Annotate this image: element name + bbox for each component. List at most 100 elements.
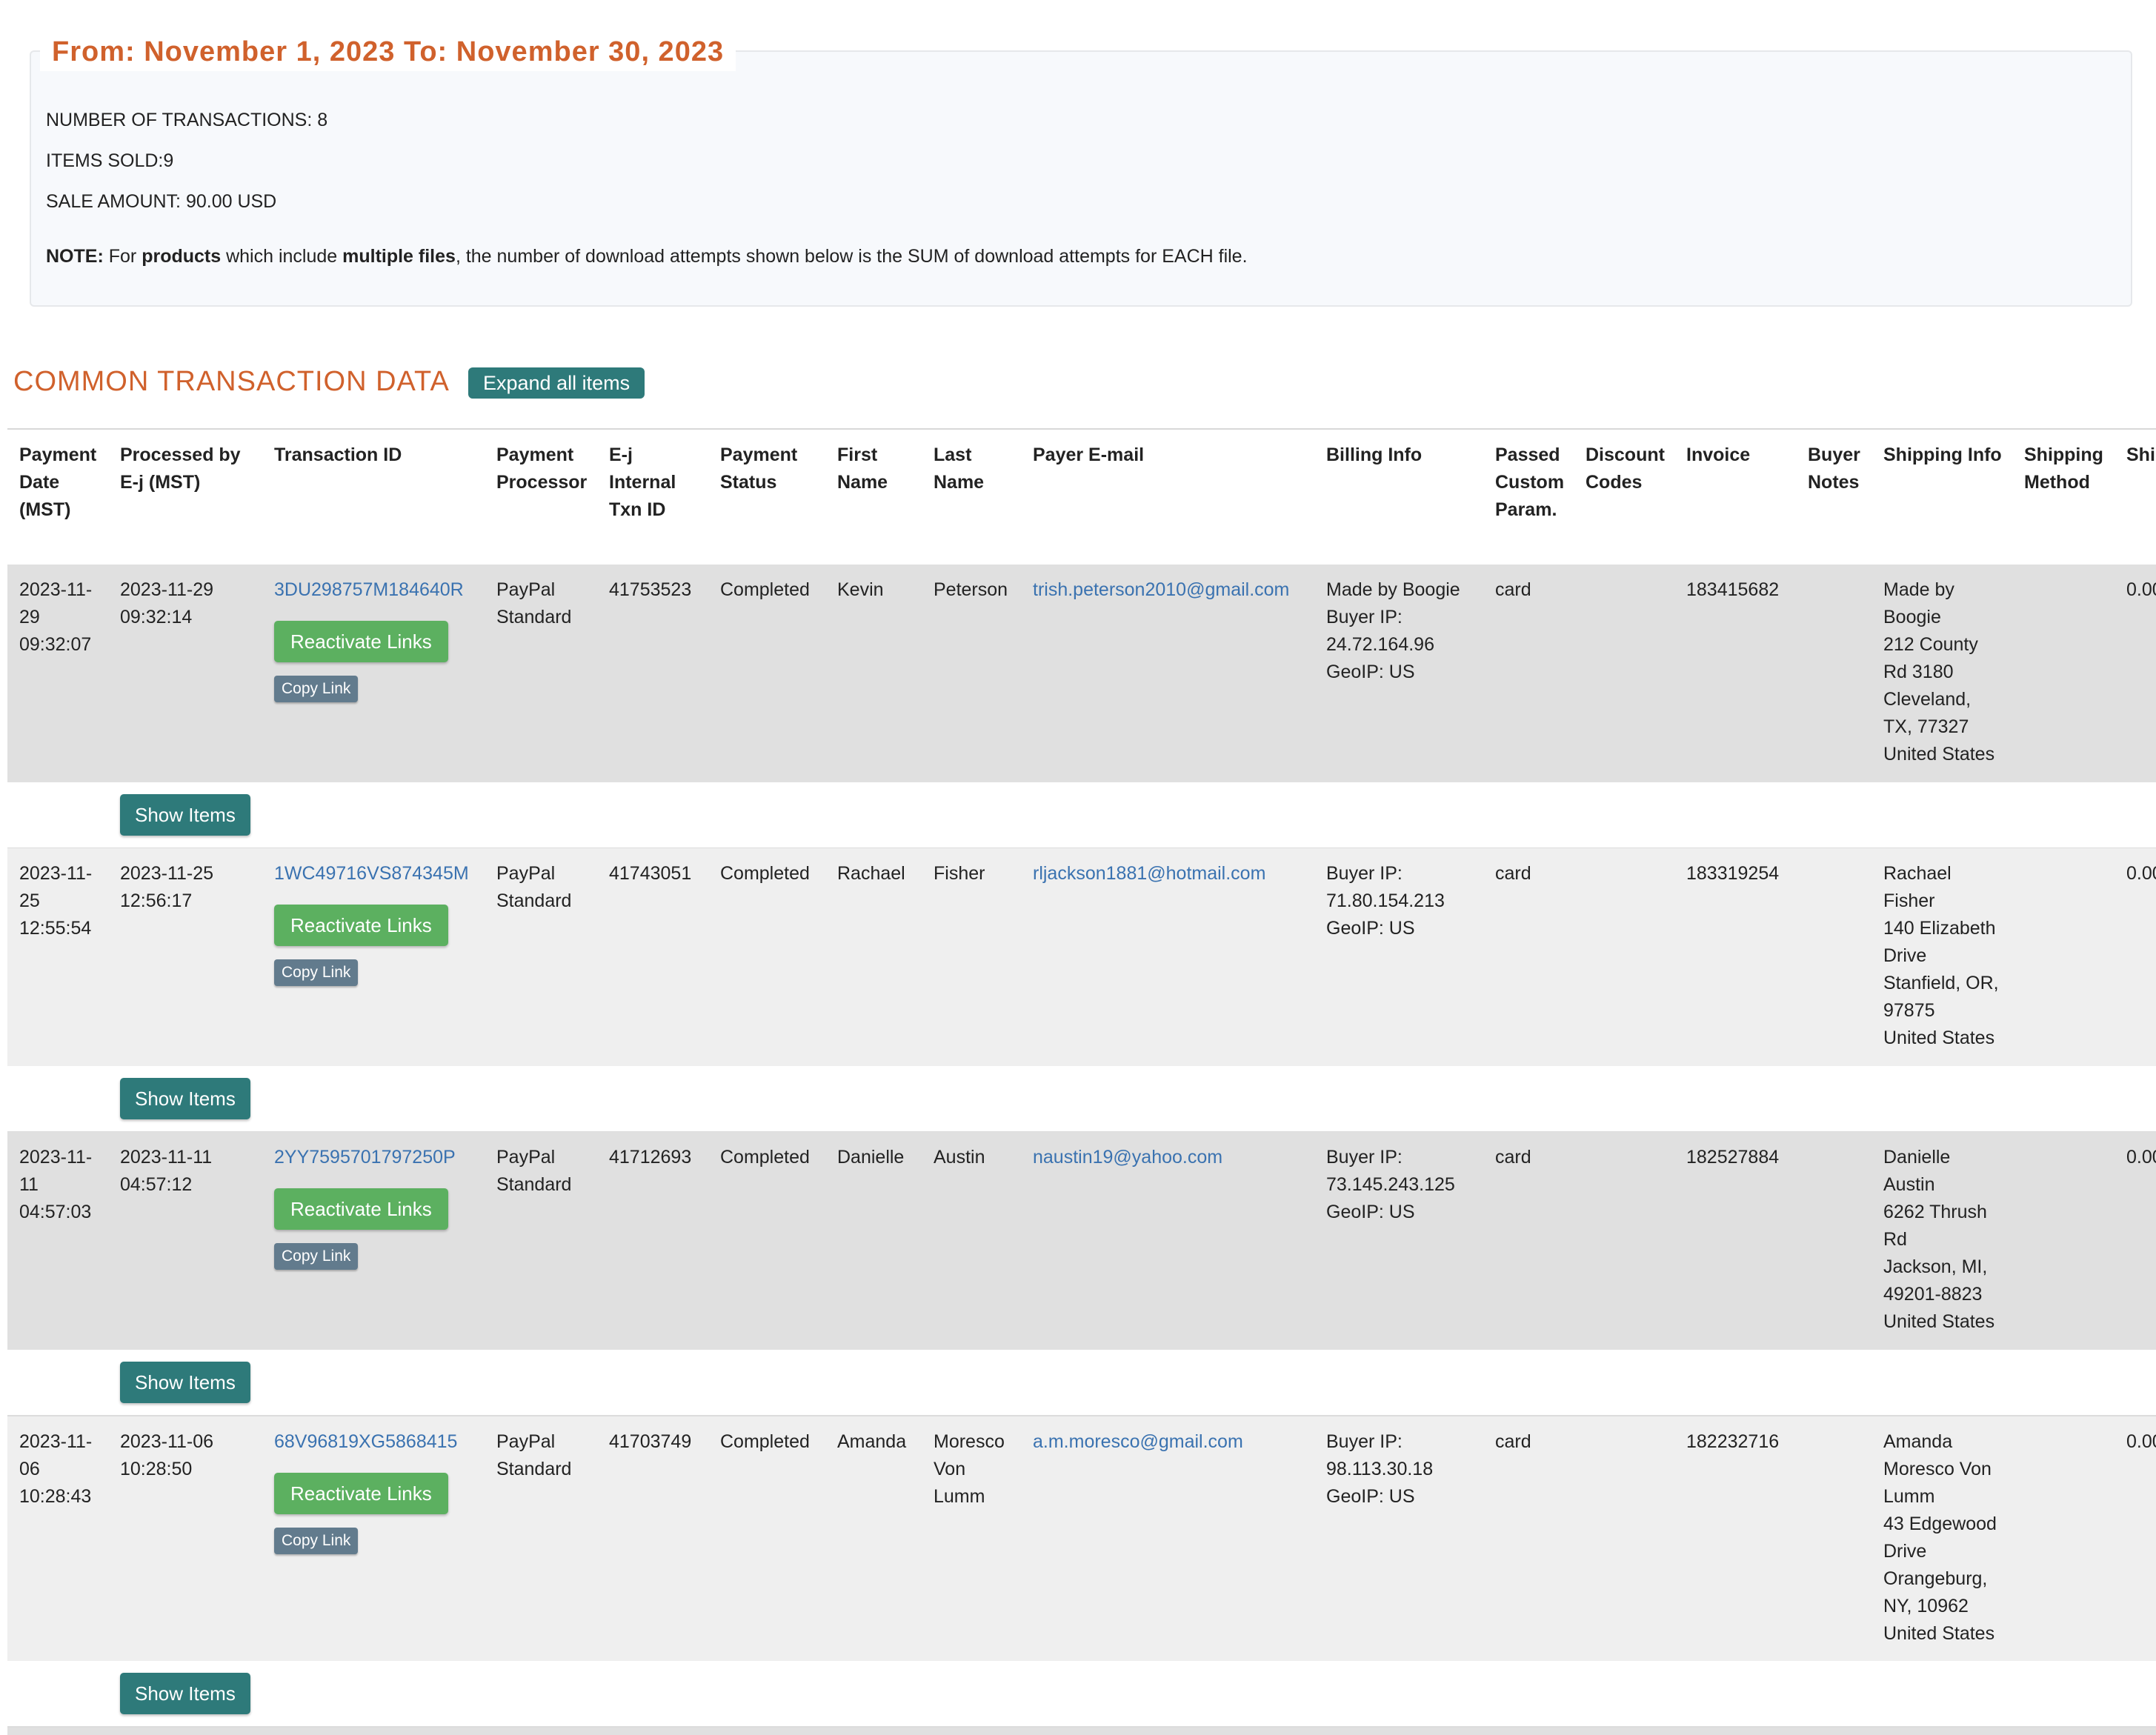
- cell-processed: 2023-11-06 10:28:50: [120, 1431, 214, 1479]
- show-items-button[interactable]: Show Items: [120, 794, 250, 836]
- sale-amount: SALE AMOUNT: 90.00 USD: [46, 191, 277, 212]
- cell-internal-id: 41743051: [609, 863, 692, 884]
- cell-custom: card: [1495, 1147, 1531, 1168]
- header-custom-param: Passed Custom Param.: [1495, 444, 1565, 520]
- copy-link-button[interactable]: Copy Link: [274, 1528, 359, 1554]
- date-range-legend: From: November 1, 2023 To: November 30, …: [40, 33, 736, 71]
- note-label: NOTE:: [46, 246, 104, 267]
- cell-processor: PayPal Standard: [496, 1147, 572, 1195]
- cell-status: Completed: [720, 863, 810, 884]
- download-note: NOTE: For products which include multipl…: [46, 246, 1248, 267]
- transaction-id-link[interactable]: 3DU298757M184640R: [274, 576, 464, 604]
- expand-all-items-button[interactable]: Expand all items: [468, 367, 645, 399]
- cell-billing: Buyer IP: 71.80.154.213 GeoIP: US: [1326, 863, 1445, 939]
- header-shipping-info: Shipping Info: [1883, 444, 2002, 465]
- cell-custom: card: [1495, 863, 1531, 884]
- cell-ship: 0.00: [2126, 579, 2156, 600]
- cell-custom: card: [1495, 579, 1531, 600]
- note-bold-products: products: [142, 246, 222, 267]
- cell-internal-id: 41753523: [609, 579, 692, 600]
- cell-last: Peterson: [934, 579, 1008, 600]
- cell-processor: PayPal Standard: [496, 863, 572, 911]
- cell-processed: 2023-11-25 12:56:17: [120, 863, 214, 911]
- header-payment-processor: Payment Processor: [496, 444, 588, 493]
- reactivate-links-button[interactable]: Reactivate Links: [274, 1188, 448, 1230]
- cell-shipping: Rachael Fisher 140 Elizabeth Drive Stanf…: [1883, 863, 1999, 1048]
- header-last-name: Last Name: [934, 444, 985, 493]
- header-transaction-id: Transaction ID: [274, 444, 402, 465]
- copy-link-button[interactable]: Copy Link: [274, 959, 359, 986]
- cell-shipping: Danielle Austin 6262 Thrush Rd Jackson, …: [1883, 1147, 1995, 1332]
- cell-processor: PayPal Standard: [496, 579, 572, 627]
- cell-ship: 0.00: [2126, 1147, 2156, 1168]
- show-items-button[interactable]: Show Items: [120, 1078, 250, 1119]
- header-discount-codes: Discount Codes: [1586, 444, 1665, 493]
- transactions-table: Payment Date (MST) Processed by E-j (MST)…: [7, 428, 2156, 1735]
- cell-first: Kevin: [837, 579, 884, 600]
- cell-processed: 2023-11-29 09:32:14: [120, 579, 214, 627]
- header-internal-txn-id: E-j Internal Txn ID: [609, 444, 676, 520]
- cell-first: Rachael: [837, 863, 905, 884]
- header-first-name: First Name: [837, 444, 888, 493]
- cell-billing: Made by Boogie Buyer IP: 24.72.164.96 Ge…: [1326, 579, 1460, 682]
- payer-email-link[interactable]: naustin19@yahoo.com: [1033, 1144, 1222, 1171]
- cell-status: Completed: [720, 1431, 810, 1452]
- header-shipping-method: Shipping Method: [2024, 444, 2103, 493]
- items-sold: ITEMS SOLD:9: [46, 150, 174, 171]
- note-bold-multiple-files: multiple files: [342, 246, 456, 267]
- cell-status: Completed: [720, 579, 810, 600]
- cell-processor: PayPal Standard: [496, 1431, 572, 1479]
- number-of-transactions: NUMBER OF TRANSACTIONS: 8: [46, 110, 328, 130]
- cell-custom: card: [1495, 1431, 1531, 1452]
- payer-email-link[interactable]: a.m.moresco@gmail.com: [1033, 1428, 1243, 1456]
- cell-first: Amanda: [837, 1431, 907, 1452]
- reactivate-links-button[interactable]: Reactivate Links: [274, 1473, 448, 1514]
- cell-billing: Buyer IP: 98.113.30.18 GeoIP: US: [1326, 1431, 1434, 1507]
- table-row: [7, 1728, 2156, 1735]
- cell-internal-id: 41703749: [609, 1431, 692, 1452]
- reactivate-links-button[interactable]: Reactivate Links: [274, 621, 448, 662]
- cell-status: Completed: [720, 1147, 810, 1168]
- header-payment-date: Payment Date (MST): [19, 444, 97, 520]
- cell-payment-date: 2023-11- 25 12:55:54: [19, 863, 93, 939]
- section-title: COMMON TRANSACTION DATA: [13, 366, 450, 397]
- note-text-2: which include: [221, 246, 343, 267]
- header-buyer-notes: Buyer Notes: [1808, 444, 1860, 493]
- header-billing-info: Billing Info: [1326, 444, 1423, 465]
- reactivate-links-button[interactable]: Reactivate Links: [274, 905, 448, 946]
- cell-last: Fisher: [934, 863, 985, 884]
- cell-processed: 2023-11-11 04:57:12: [120, 1147, 213, 1195]
- cell-shipping: Amanda Moresco Von Lumm 43 Edgewood Driv…: [1883, 1431, 1997, 1644]
- cell-last: Austin: [934, 1147, 985, 1168]
- payer-email-link[interactable]: trish.peterson2010@gmail.com: [1033, 576, 1289, 604]
- table-top-border: [7, 428, 2156, 430]
- cell-billing: Buyer IP: 73.145.243.125 GeoIP: US: [1326, 1147, 1455, 1222]
- transaction-id-link[interactable]: 2YY7595701797250P: [274, 1144, 456, 1171]
- header-processed-by: Processed by E-j (MST): [120, 444, 241, 493]
- copy-link-button[interactable]: Copy Link: [274, 676, 359, 702]
- cell-shipping: Made by Boogie 212 County Rd 3180 Clevel…: [1883, 579, 1995, 765]
- note-text-3: , the number of download attempts shown …: [455, 246, 1248, 267]
- header-payment-status: Payment Status: [720, 444, 798, 493]
- cell-last: Moresco Von Lumm: [934, 1431, 1005, 1507]
- cell-invoice: 182527884: [1686, 1147, 1780, 1168]
- copy-link-button[interactable]: Copy Link: [274, 1243, 359, 1270]
- cell-invoice: 182232716: [1686, 1431, 1780, 1452]
- header-ship: Ship: [2126, 444, 2156, 465]
- cell-invoice: 183415682: [1686, 579, 1780, 600]
- cell-first: Danielle: [837, 1147, 905, 1168]
- cell-invoice: 183319254: [1686, 863, 1780, 884]
- show-items-button[interactable]: Show Items: [120, 1362, 250, 1403]
- cell-payment-date: 2023-11- 29 09:32:07: [19, 579, 93, 655]
- transaction-id-link[interactable]: 68V96819XG5868415: [274, 1428, 457, 1456]
- payer-email-link[interactable]: rljackson1881@hotmail.com: [1033, 860, 1265, 888]
- header-payer-email: Payer E-mail: [1033, 444, 1145, 465]
- summary-panel: [30, 50, 2132, 307]
- header-invoice: Invoice: [1686, 444, 1751, 465]
- cell-internal-id: 41712693: [609, 1147, 692, 1168]
- transaction-id-link[interactable]: 1WC49716VS874345M: [274, 860, 469, 888]
- show-items-button[interactable]: Show Items: [120, 1673, 250, 1714]
- cell-ship: 0.00: [2126, 1431, 2156, 1452]
- note-text-1: For: [103, 246, 142, 267]
- cell-payment-date: 2023-11- 11 04:57:03: [19, 1147, 93, 1222]
